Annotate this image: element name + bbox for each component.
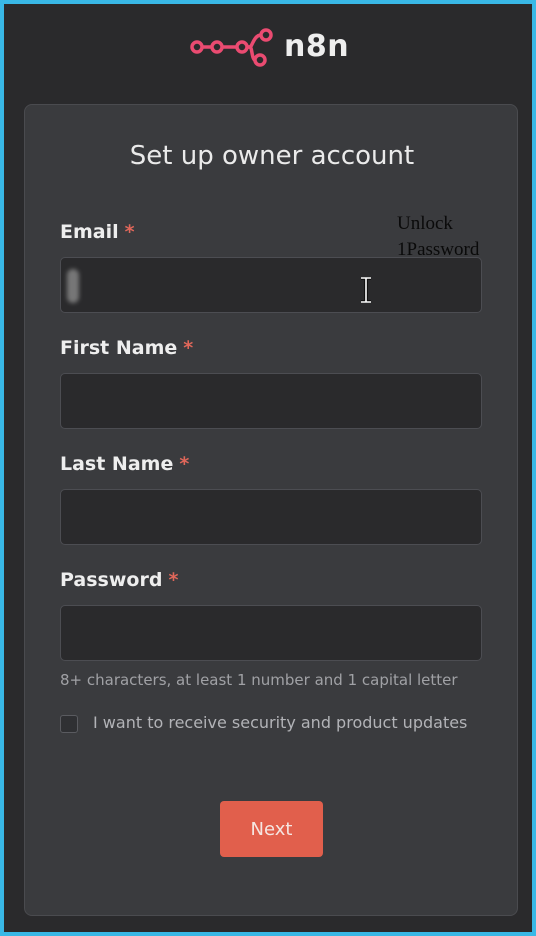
owner-setup-card: Set up owner account Email * Unlock 1Pass… (24, 104, 518, 916)
text-cursor-icon (361, 277, 371, 303)
n8n-logo: n8n (188, 26, 349, 70)
required-mark: * (168, 569, 179, 591)
required-mark: * (179, 453, 190, 475)
email-field[interactable] (60, 257, 482, 313)
app-frame: n8n Set up owner account Email * Unlock 1… (0, 0, 536, 936)
logo-text: n8n (284, 28, 350, 64)
updates-checkbox[interactable] (60, 715, 78, 733)
password-label: Password * (60, 569, 179, 591)
blurred-email-value (67, 269, 79, 303)
n8n-logo-icon (190, 28, 273, 67)
required-mark: * (183, 337, 194, 359)
password-manager-popup[interactable]: Unlock 1Password (397, 211, 507, 263)
popup-line-unlock: Unlock (397, 213, 453, 234)
popup-line-1password: 1Password (397, 239, 480, 260)
last-name-field[interactable] (60, 489, 482, 545)
last-name-label: Last Name * (60, 453, 190, 475)
first-name-field[interactable] (60, 373, 482, 429)
email-label: Email * (60, 221, 135, 243)
first-name-label: First Name * (60, 337, 194, 359)
password-field[interactable] (60, 605, 482, 661)
next-button[interactable]: Next (220, 801, 323, 857)
required-mark: * (124, 221, 135, 243)
page-title: Set up owner account (129, 141, 415, 171)
updates-checkbox-label[interactable]: I want to receive security and product u… (93, 713, 467, 732)
password-hint: 8+ characters, at least 1 number and 1 c… (60, 671, 458, 689)
